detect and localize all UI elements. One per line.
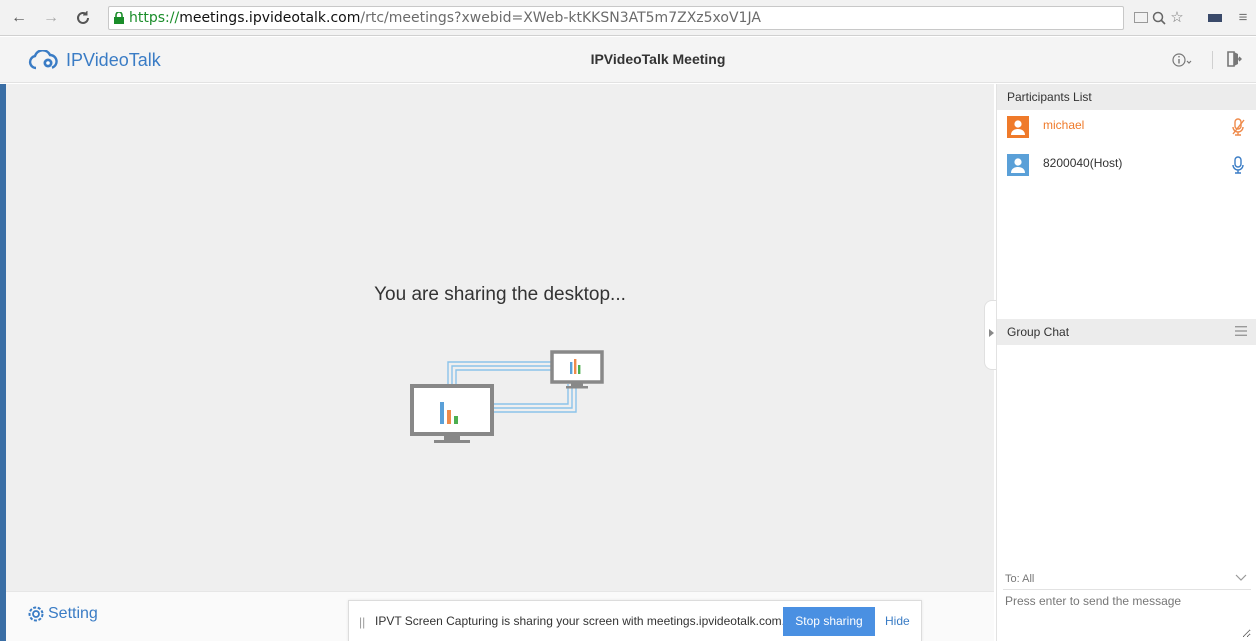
recipient-label: To: All [1005,573,1035,585]
setting-label: Setting [48,605,98,622]
url-host: meetings.ipvideotalk.com [179,10,361,26]
hamburger-menu-icon[interactable] [1235,326,1247,336]
url-path: /rtc/meetings?xwebid=XWeb-ktKKSN3AT5m7ZX… [360,10,761,26]
chat-message-input[interactable] [1003,592,1251,638]
star-icon[interactable]: ☆ [1168,8,1186,28]
group-chat-header: Group Chat [997,319,1256,345]
header-divider [1212,51,1213,69]
participant-name: 8200040(Host) [1043,156,1123,170]
participant-item[interactable]: michael [1005,114,1249,140]
menu-icon[interactable]: ≡ [1234,8,1252,28]
address-bar[interactable]: https://meetings.ipvideotalk.com/rtc/mee… [108,6,1124,30]
participants-header: Participants List [997,84,1256,110]
recipient-select[interactable]: To: All [1003,568,1251,590]
avatar [1007,116,1029,138]
caret-right-icon [989,329,994,337]
notification-text: IPVT Screen Capturing is sharing your sc… [375,614,785,628]
right-panel: Participants List michael 8200040(Host) … [996,84,1256,641]
app-header: IPVideoTalk IPVideoTalk Meeting [0,37,1256,83]
forward-arrow-icon[interactable]: → [42,8,60,28]
drag-handle-icon[interactable]: || [359,615,365,629]
chevron-down-icon [1235,574,1247,581]
group-chat-title: Group Chat [1007,325,1070,339]
mic-icon[interactable] [1231,156,1245,174]
participant-name: michael [1043,118,1085,132]
gear-icon [28,606,44,622]
reload-icon[interactable] [74,8,92,28]
setting-button[interactable]: Setting [26,604,98,624]
cast-icon[interactable] [1132,8,1150,28]
screen-share-notification: || IPVT Screen Capturing is sharing your… [348,600,922,641]
back-arrow-icon[interactable]: ← [10,8,28,28]
lock-icon [114,12,124,24]
zoom-icon[interactable] [1150,8,1168,28]
info-icon[interactable] [1172,50,1194,70]
page-title: IPVideoTalk Meeting [590,51,726,67]
screen-share-illustration [410,350,604,443]
participant-item[interactable]: 8200040(Host) [1005,152,1249,178]
avatar [1007,154,1029,176]
extension-icon[interactable] [1206,8,1224,28]
mic-muted-icon[interactable] [1231,118,1245,136]
browser-toolbar: ← → https://meetings.ipvideotalk.com/rtc… [0,0,1256,36]
sharing-message: You are sharing the desktop... [374,284,626,305]
bottom-toolbar: Setting || IPVT Screen Capturing is shar… [6,591,994,641]
exit-icon[interactable] [1226,50,1244,70]
hide-button[interactable]: Hide [885,614,910,628]
url-scheme: https:// [129,10,180,26]
main-stage: You are sharing the desktop... [6,84,994,591]
stop-sharing-button[interactable]: Stop sharing [783,607,875,636]
